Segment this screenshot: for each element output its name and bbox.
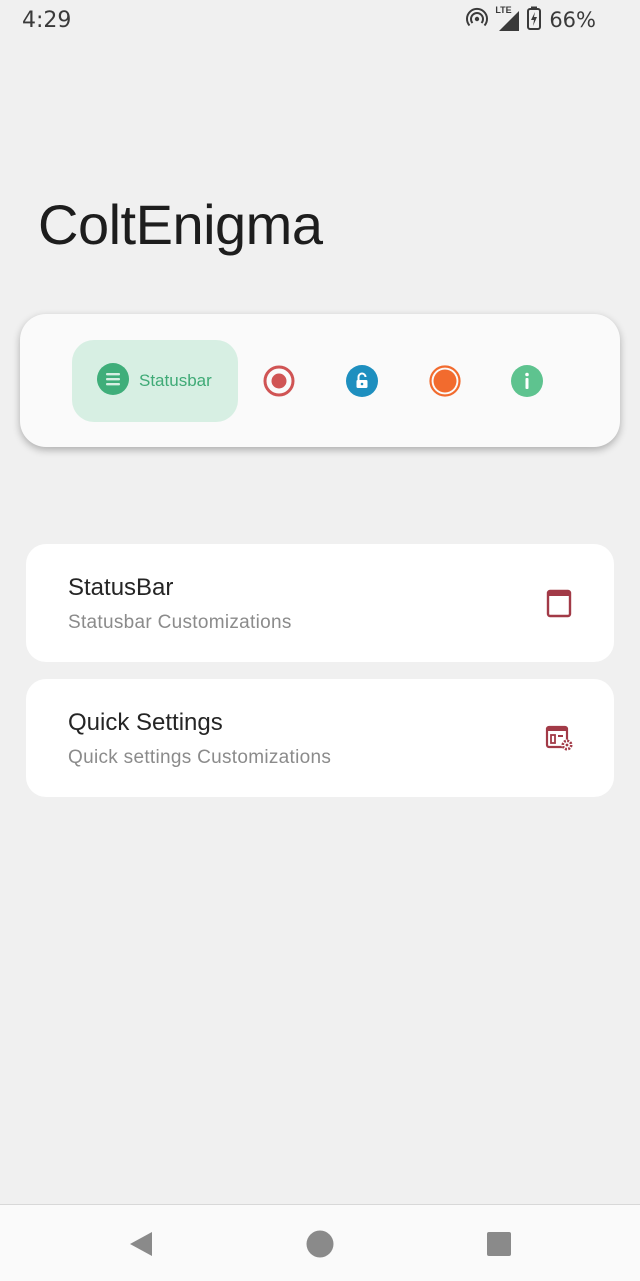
nav-item-record[interactable] <box>263 365 295 397</box>
page-title: ColtEnigma <box>38 193 323 256</box>
circle-icon <box>429 365 461 397</box>
back-button[interactable] <box>126 1229 156 1259</box>
nav-item-circle[interactable] <box>429 365 461 397</box>
recents-button[interactable] <box>484 1229 514 1259</box>
record-icon <box>263 365 295 397</box>
bottom-navigation-card: Statusbar <box>20 314 620 447</box>
panel-settings-icon <box>544 723 574 753</box>
battery-charging-icon <box>527 6 542 35</box>
nav-item-statusbar[interactable]: Statusbar <box>72 340 238 422</box>
home-icon <box>306 1230 334 1258</box>
settings-card-statusbar[interactable]: StatusBar Statusbar Customizations <box>26 544 614 662</box>
nav-item-info[interactable] <box>511 365 543 397</box>
unlock-icon <box>346 365 378 397</box>
status-bar: 4:29 LTE 66% <box>0 0 640 40</box>
recents-icon <box>487 1232 511 1256</box>
card-title: StatusBar <box>68 574 174 601</box>
nav-item-label: Statusbar <box>139 371 212 390</box>
hotspot-icon <box>465 6 489 35</box>
status-icons: LTE 66% <box>465 5 596 35</box>
battery-percent: 66% <box>549 8 596 32</box>
home-button[interactable] <box>305 1229 335 1259</box>
settings-card-quick-settings[interactable]: Quick Settings Quick settings Customizat… <box>26 679 614 797</box>
system-navigation-bar <box>0 1204 640 1281</box>
card-title: Quick Settings <box>68 709 223 736</box>
window-icon <box>544 588 574 618</box>
card-subtitle: Quick settings Customizations <box>68 747 332 768</box>
status-time: 4:29 <box>22 8 72 33</box>
signal-icon: LTE <box>495 5 521 33</box>
card-subtitle: Statusbar Customizations <box>68 612 292 633</box>
menu-icon <box>97 362 129 400</box>
nav-item-lock[interactable] <box>346 365 378 397</box>
info-icon <box>511 365 543 397</box>
back-icon <box>130 1232 152 1256</box>
